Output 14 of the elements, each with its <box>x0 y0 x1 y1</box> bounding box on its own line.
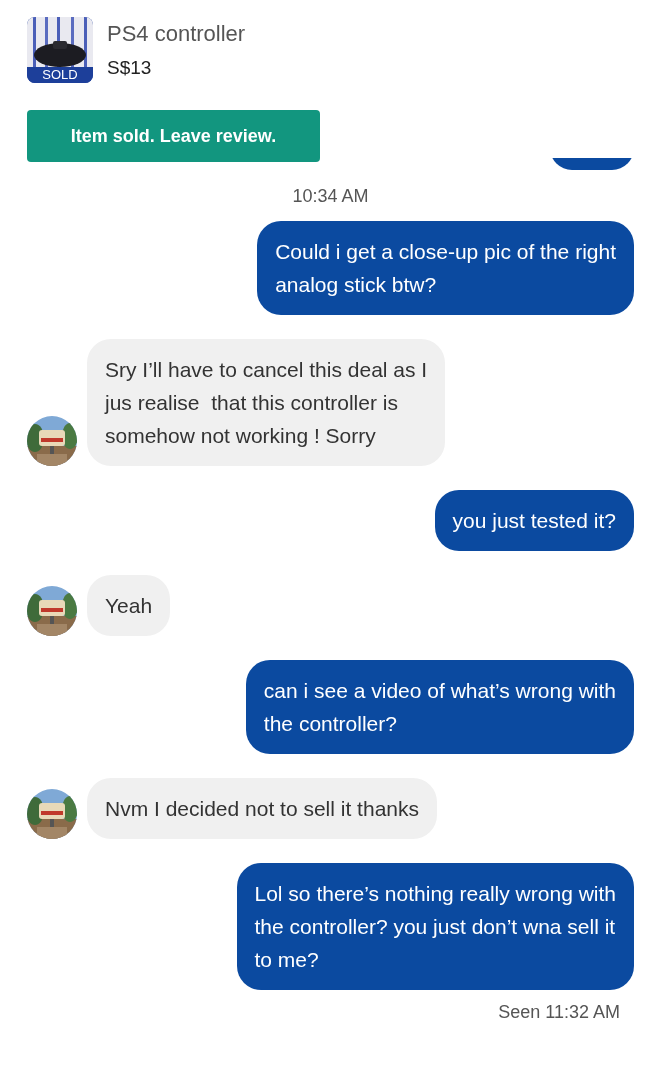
message-bubble: Lol so there’s nothing really wrong with the controller? you just don’t wna sell it to me? <box>236 863 634 990</box>
leave-review-button[interactable]: Item sold. Leave review. <box>27 110 320 162</box>
item-price: S$13 <box>107 57 153 79</box>
message-bubble: Nvm I decided not to sell it thanks <box>87 778 437 839</box>
item-thumbnail[interactable]: SOLD <box>27 17 93 83</box>
message-bubble: you just tested it? <box>434 490 634 551</box>
message-bubble: Yeah <box>87 575 171 636</box>
seen-receipt: Seen 11:32 AM <box>497 1002 620 1023</box>
timestamp: 10:34 AM <box>291 186 370 207</box>
sold-label: SOLD <box>27 67 93 83</box>
message-bubble: can i see a video of what’s wrong with the controller? <box>245 660 634 754</box>
item-title: PS4 controller <box>107 21 246 47</box>
message-bubble: Sry I’ll have to cancel this deal as I jus realise that this controller is somehow not working ! Sorry <box>87 339 446 466</box>
message-bubble: Could i get a close-up pic of the right analog stick btw? <box>257 221 634 315</box>
